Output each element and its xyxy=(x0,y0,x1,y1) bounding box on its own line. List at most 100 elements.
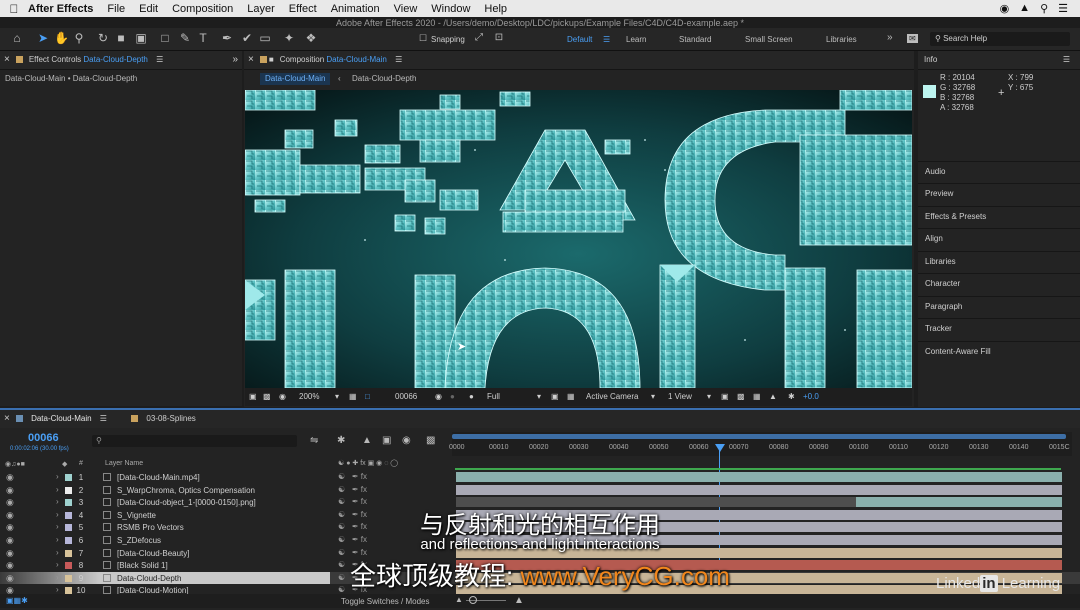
camera-dropdown-icon[interactable]: ▾ xyxy=(651,392,655,401)
zoom-in-icon[interactable]: ▲ xyxy=(514,595,524,606)
more-workspaces-icon[interactable]: » xyxy=(887,32,893,43)
table-row[interactable]: ◉ › 2 S_WarpChroma, Optics Compensation ☯ ✒ … xyxy=(0,484,1080,497)
work-area-bar[interactable] xyxy=(452,434,1066,439)
layer-switches[interactable]: ☯ ✒ fx xyxy=(338,472,367,481)
menu-window[interactable]: Window xyxy=(431,3,470,15)
graph-editor-icon[interactable]: ▩ xyxy=(426,435,435,446)
panel-libraries[interactable]: Libraries xyxy=(918,251,1080,271)
av-features-icon[interactable]: ◉♫●■ xyxy=(5,460,25,468)
menu-view[interactable]: View xyxy=(394,3,418,15)
comp-tab-main[interactable]: Data-Cloud-Main xyxy=(260,73,331,85)
panel-tracker[interactable]: Tracker xyxy=(918,318,1080,338)
exposure-value[interactable]: +0.0 xyxy=(803,392,819,401)
toggle-switches-modes[interactable]: Toggle Switches / Modes xyxy=(341,597,430,606)
region-icon[interactable]: □ xyxy=(365,392,370,401)
workspace-libraries[interactable]: Libraries xyxy=(826,35,857,44)
comp-mini-flowchart-icon[interactable]: ⇋ xyxy=(310,435,318,446)
label-color[interactable] xyxy=(65,474,72,481)
rotate-tool-icon[interactable]: ↻ xyxy=(96,31,110,45)
label-color[interactable] xyxy=(65,486,72,494)
panel-audio[interactable]: Audio xyxy=(918,161,1080,181)
workspace-standard[interactable]: Standard xyxy=(679,35,711,44)
menu-help[interactable]: Help xyxy=(484,3,507,15)
timeline-current-frame[interactable]: 00066 xyxy=(28,432,59,444)
composition-header[interactable]: × ■ Composition Data-Cloud-Main ☰ xyxy=(244,51,914,70)
footer-toggle-icons[interactable]: ▣▦✱ xyxy=(6,596,28,605)
menu-layer[interactable]: Layer xyxy=(247,3,275,15)
panel-effects-presets[interactable]: Effects & Presets xyxy=(918,206,1080,226)
menu-animation[interactable]: Animation xyxy=(331,3,380,15)
timeline-zoom-thumb[interactable] xyxy=(469,596,477,604)
selection-tool-icon[interactable]: ➤ xyxy=(36,31,50,45)
brush-tool-icon[interactable]: ✒ xyxy=(220,31,234,45)
col-layer-name[interactable]: Layer Name xyxy=(105,460,143,467)
creative-cloud-icon[interactable]: ◉ xyxy=(1000,2,1010,15)
close-composition-icon[interactable]: × xyxy=(248,54,254,65)
mask-visibility-icon[interactable]: ◉ xyxy=(279,392,286,401)
pen-tool-icon[interactable]: ✎ xyxy=(178,31,192,45)
table-row[interactable]: ◉ › 1 [Data-Cloud-Main.mp4] ☯ ✒ fx xyxy=(0,471,1080,484)
transparency-grid-icon[interactable]: ▦ xyxy=(567,392,575,401)
reset-exposure-icon[interactable]: ✱ xyxy=(788,392,795,401)
comp-tab-depth[interactable]: Data-Cloud-Depth xyxy=(352,70,416,88)
share-icon[interactable]: ✉ xyxy=(907,34,918,43)
workspace-small-screen[interactable]: Small Screen xyxy=(745,35,793,44)
zoom-out-icon[interactable]: ▲ xyxy=(455,595,463,604)
camera-tool-icon[interactable]: ■ xyxy=(114,31,128,45)
snapping-checkbox[interactable]: ☐ xyxy=(416,31,430,45)
expand-arrow-icon[interactable]: › xyxy=(56,485,59,494)
workspace-learn[interactable]: Learn xyxy=(626,35,646,44)
layer-duration-bar[interactable] xyxy=(456,484,1062,495)
composition-viewer[interactable]: ➤ xyxy=(245,90,912,388)
app-menu[interactable]: After Effects xyxy=(28,3,93,15)
type-tool-icon[interactable]: T xyxy=(196,31,210,45)
resolution-select[interactable]: Full xyxy=(487,392,500,401)
search-help-field[interactable]: ⚲ Search Help xyxy=(930,32,1070,46)
panel-preview[interactable]: Preview xyxy=(918,183,1080,203)
pan-behind-tool-icon[interactable]: ▣ xyxy=(134,31,148,45)
close-icon[interactable]: × xyxy=(4,54,10,65)
draft-3d-icon[interactable]: ✱ xyxy=(337,435,345,446)
menu-effect[interactable]: Effect xyxy=(289,3,317,15)
panel-paragraph[interactable]: Paragraph xyxy=(918,296,1080,316)
panel-character[interactable]: Character xyxy=(918,273,1080,293)
menu-edit[interactable]: Edit xyxy=(139,3,158,15)
resolution-dropdown-icon[interactable]: ▾ xyxy=(537,392,541,401)
frame-blending-icon[interactable]: ▣ xyxy=(382,435,391,446)
visibility-eye-icon[interactable]: ◉ xyxy=(6,472,14,483)
grid-icon[interactable]: ▦ xyxy=(349,392,357,401)
current-time-field[interactable]: 00066 xyxy=(395,392,417,401)
composition-menu-icon[interactable]: ☰ xyxy=(395,55,402,64)
clone-tool-icon[interactable]: ✔ xyxy=(240,31,254,45)
workspace-default[interactable]: Default xyxy=(567,35,592,44)
monitor-icon[interactable]: ▩ xyxy=(263,392,271,401)
visibility-eye-icon[interactable]: ◉ xyxy=(6,485,14,496)
menu-list-icon[interactable]: ☰ xyxy=(1058,2,1068,15)
layer-switches[interactable]: ☯ ✒ fx xyxy=(338,485,367,494)
layer-name[interactable]: S_WarpChroma, Optics Compensation xyxy=(117,486,255,495)
shy-layers-icon[interactable]: ▲ xyxy=(362,435,372,446)
color-channel-icon[interactable]: ● xyxy=(469,392,474,401)
workspace-menu-icon[interactable]: ☰ xyxy=(603,35,610,44)
snapshot-icon[interactable]: ◉ xyxy=(435,392,442,401)
zoom-select[interactable]: 200% xyxy=(299,392,319,401)
timeline-menu-icon[interactable]: ☰ xyxy=(100,414,107,423)
zoom-dropdown-icon[interactable]: ▾ xyxy=(335,392,339,401)
panel-menu-icon[interactable]: ☰ xyxy=(156,55,163,64)
toggle-pixel-icon[interactable]: ▣ xyxy=(721,392,729,401)
timeline-tab-splines[interactable]: 03-08-Splines xyxy=(146,414,195,423)
info-header[interactable]: Info ☰ xyxy=(918,51,1080,70)
always-preview-icon[interactable]: ▣ xyxy=(249,392,257,401)
puppet-tool-icon[interactable]: ❖ xyxy=(304,31,318,45)
panel-align[interactable]: Align xyxy=(918,228,1080,248)
panel-content-aware-fill[interactable]: Content-Aware Fill xyxy=(918,341,1080,361)
view-layout-select[interactable]: 1 View xyxy=(668,392,692,401)
lock-icon[interactable]: ■ xyxy=(269,55,274,64)
label-column-icon[interactable]: ◆ xyxy=(62,460,67,468)
hand-tool-icon[interactable]: ✋ xyxy=(54,31,69,45)
layer-name[interactable]: [Data-Cloud-Main.mp4] xyxy=(117,473,200,482)
wifi-icon[interactable]: ▲ xyxy=(1019,2,1030,15)
timeline-icon[interactable]: ▦ xyxy=(753,392,761,401)
snap-edges-icon[interactable]: ⤢ xyxy=(472,31,486,45)
eraser-tool-icon[interactable]: ▭ xyxy=(258,31,272,45)
